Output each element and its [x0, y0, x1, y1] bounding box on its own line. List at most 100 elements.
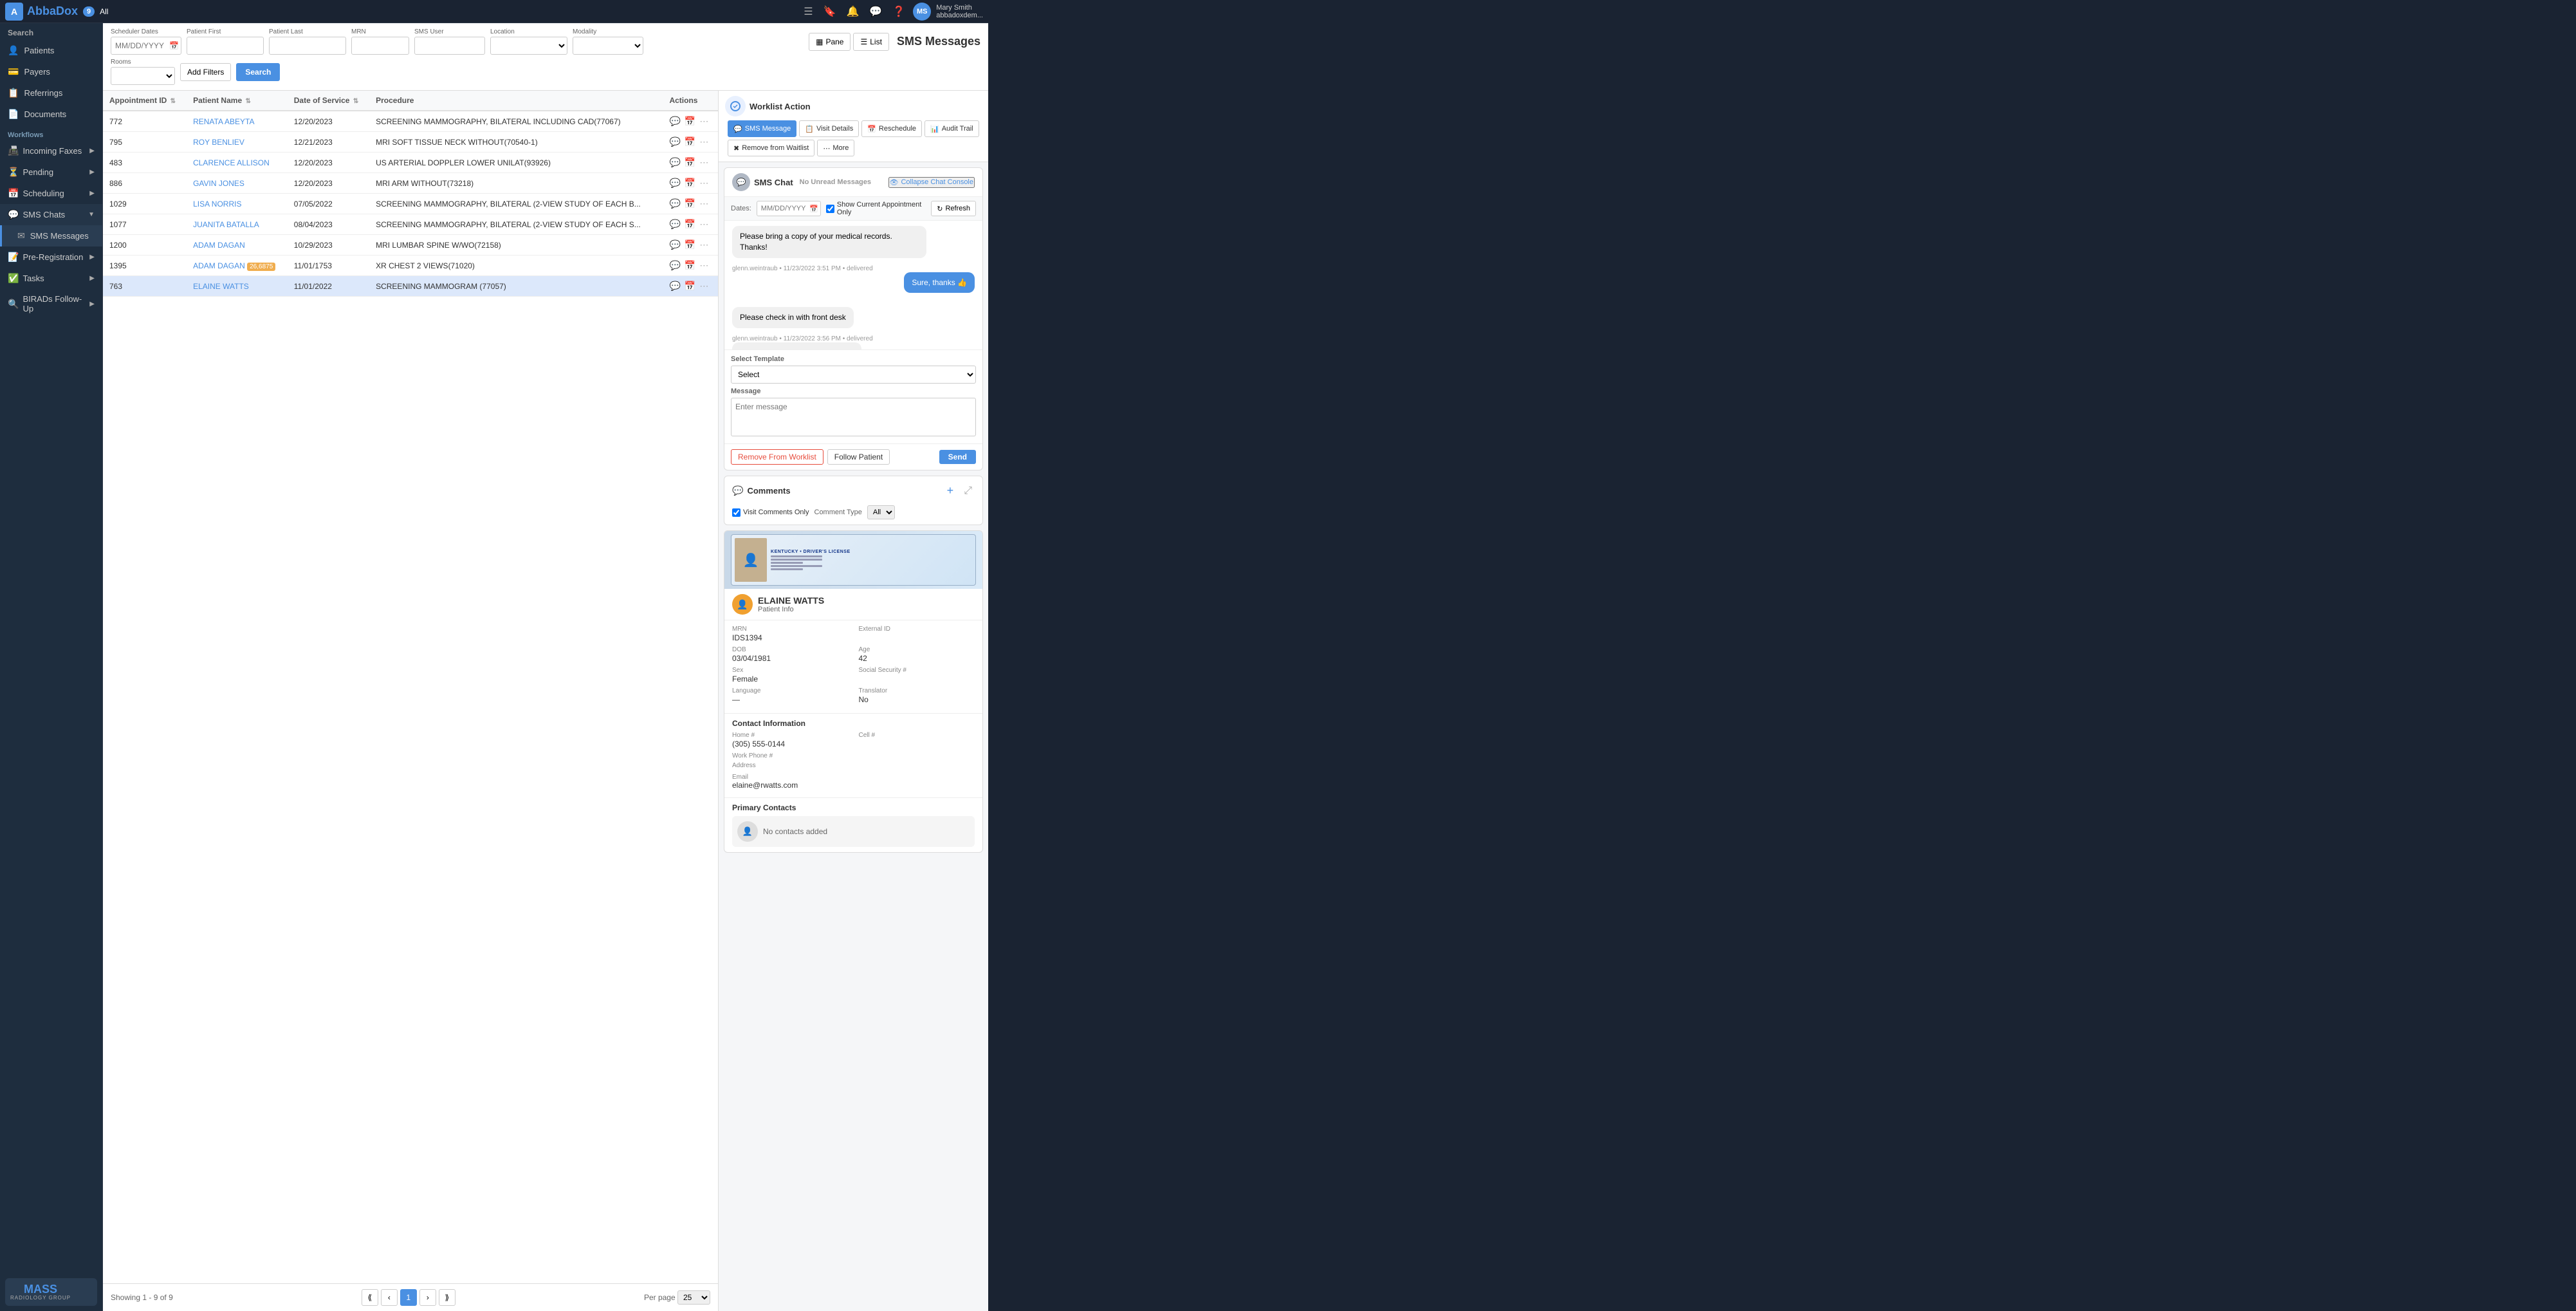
calendar-action-icon[interactable]: 📅	[685, 157, 695, 168]
calendar-action-icon[interactable]: 📅	[685, 136, 695, 147]
calendar-action-icon[interactable]: 📅	[685, 281, 695, 292]
more-action-icon[interactable]: ⋯	[699, 116, 708, 127]
refresh-button[interactable]: ↻ Refresh	[931, 201, 976, 216]
expand-comments-button[interactable]: ⤢	[961, 481, 975, 500]
template-select[interactable]: Select	[731, 366, 976, 384]
patient-name-link[interactable]: LISA NORRIS	[193, 200, 241, 209]
sidebar-item-pending[interactable]: ⏳ Pending ▶	[0, 162, 102, 183]
col-appointment-id[interactable]: Appointment ID ⇅	[103, 91, 187, 111]
calendar-action-icon[interactable]: 📅	[685, 239, 695, 250]
app-logo-icon[interactable]: A	[5, 3, 23, 21]
table-row[interactable]: 886 GAVIN JONES 12/20/2023 MRI ARM WITHO…	[103, 173, 718, 194]
remove-from-worklist-button[interactable]: Remove From Worklist	[731, 449, 823, 465]
user-avatar[interactable]: MS	[913, 3, 931, 21]
col-date-of-service[interactable]: Date of Service ⇅	[288, 91, 369, 111]
show-current-checkbox[interactable]	[826, 205, 834, 213]
comment-type-select[interactable]: All	[867, 505, 895, 519]
location-select[interactable]	[490, 37, 567, 55]
sidebar-item-birads[interactable]: 🔍 BIRADs Follow-Up ▶	[0, 289, 102, 319]
more-action-icon[interactable]: ⋯	[699, 281, 708, 292]
table-row[interactable]: 1395 ADAM DAGAN 26,6875 11/01/1753 XR CH…	[103, 256, 718, 276]
visit-comments-checkbox[interactable]	[732, 508, 741, 517]
table-row[interactable]: 1029 LISA NORRIS 07/05/2022 SCREENING MA…	[103, 194, 718, 214]
sidebar-item-sms-chats[interactable]: 💬 SMS Chats ▼	[0, 204, 102, 225]
notification-icon[interactable]: 🔔	[843, 3, 861, 21]
calendar-action-icon[interactable]: 📅	[685, 219, 695, 230]
sms-message-button[interactable]: 💬 SMS Message	[728, 120, 796, 137]
more-action-icon[interactable]: ⋯	[699, 136, 708, 147]
more-action-icon[interactable]: ⋯	[699, 219, 708, 230]
more-action-icon[interactable]: ⋯	[699, 157, 708, 168]
table-row[interactable]: 1200 ADAM DAGAN 10/29/2023 MRI LUMBAR SP…	[103, 235, 718, 256]
patient-name-link[interactable]: ELAINE WATTS	[193, 282, 249, 291]
tab-count-badge[interactable]: 9	[83, 6, 95, 17]
calendar-action-icon[interactable]: 📅	[685, 178, 695, 189]
reschedule-button[interactable]: 📅 Reschedule	[861, 120, 922, 137]
chat-icon[interactable]: 💬	[867, 3, 885, 21]
patient-name-link[interactable]: ROY BENLIEV	[193, 138, 244, 147]
table-row[interactable]: 772 RENATA ABEYTA 12/20/2023 SCREENING M…	[103, 111, 718, 132]
mrn-input[interactable]	[351, 37, 409, 55]
calendar-action-icon[interactable]: 📅	[685, 198, 695, 209]
sidebar-item-documents[interactable]: 📄 Documents	[0, 104, 102, 125]
table-row[interactable]: 483 CLARENCE ALLISON 12/20/2023 US ARTER…	[103, 153, 718, 173]
table-row[interactable]: 795 ROY BENLIEV 12/21/2023 MRI SOFT TISS…	[103, 132, 718, 153]
sms-action-icon[interactable]: 💬	[669, 116, 680, 127]
sms-action-icon[interactable]: 💬	[669, 178, 680, 189]
patient-last-input[interactable]	[269, 37, 346, 55]
sidebar-item-tasks[interactable]: ✅ Tasks ▶	[0, 268, 102, 289]
add-comment-button[interactable]: +	[944, 481, 957, 500]
bookmark-icon[interactable]: 🔖	[821, 3, 839, 21]
list-button[interactable]: ☰ List	[853, 33, 888, 51]
add-filters-button[interactable]: Add Filters	[180, 63, 231, 81]
pane-button[interactable]: ▦ Pane	[809, 33, 851, 51]
sms-action-icon[interactable]: 💬	[669, 157, 680, 168]
sms-action-icon[interactable]: 💬	[669, 219, 680, 230]
sms-action-icon[interactable]: 💬	[669, 136, 680, 147]
table-row[interactable]: 1077 JUANITA BATALLA 08/04/2023 SCREENIN…	[103, 214, 718, 235]
more-action-icon[interactable]: ⋯	[699, 198, 708, 209]
table-row[interactable]: 763 ELAINE WATTS 11/01/2022 SCREENING MA…	[103, 276, 718, 297]
patient-name-link[interactable]: GAVIN JONES	[193, 179, 244, 188]
sidebar-item-scheduling[interactable]: 📅 Scheduling ▶	[0, 183, 102, 204]
more-button[interactable]: ⋯ More	[817, 140, 854, 156]
more-action-icon[interactable]: ⋯	[699, 178, 708, 189]
calendar-action-icon[interactable]: 📅	[685, 260, 695, 271]
sms-action-icon[interactable]: 💬	[669, 281, 680, 292]
page-1-btn[interactable]: 1	[400, 1289, 417, 1306]
visit-details-button[interactable]: 📋 Visit Details	[799, 120, 859, 137]
patient-first-input[interactable]	[187, 37, 264, 55]
prev-page-btn[interactable]: ‹	[381, 1289, 398, 1306]
sidebar-item-sms-messages[interactable]: ✉ SMS Messages	[0, 225, 102, 246]
send-button[interactable]: Send	[939, 450, 976, 464]
audit-trail-button[interactable]: 📊 Audit Trail	[925, 120, 979, 137]
sidebar-item-patients[interactable]: 👤 Patients	[0, 40, 102, 61]
sidebar-item-referrings[interactable]: 📋 Referrings	[0, 82, 102, 104]
next-page-btn[interactable]: ›	[419, 1289, 436, 1306]
patient-name-link[interactable]: RENATA ABEYTA	[193, 117, 254, 126]
sms-action-icon[interactable]: 💬	[669, 198, 680, 209]
sidebar-item-incoming-faxes[interactable]: 📠 Incoming Faxes ▶	[0, 140, 102, 162]
sms-action-icon[interactable]: 💬	[669, 239, 680, 250]
hamburger-icon[interactable]: ☰	[801, 3, 815, 21]
sms-action-icon[interactable]: 💬	[669, 260, 680, 271]
calendar-action-icon[interactable]: 📅	[685, 116, 695, 127]
patient-name-link[interactable]: ADAM DAGAN	[193, 241, 245, 250]
first-page-btn[interactable]: ⟪	[362, 1289, 378, 1306]
per-page-select[interactable]: 25 50 100	[677, 1290, 710, 1305]
sidebar-item-pre-registration[interactable]: 📝 Pre-Registration ▶	[0, 246, 102, 268]
sidebar-item-payers[interactable]: 💳 Payers	[0, 61, 102, 82]
follow-patient-button[interactable]: Follow Patient	[827, 449, 890, 465]
patient-name-link[interactable]: ADAM DAGAN	[193, 261, 245, 270]
more-action-icon[interactable]: ⋯	[699, 260, 708, 271]
rooms-select[interactable]	[111, 67, 175, 85]
message-textarea[interactable]	[731, 398, 976, 436]
last-page-btn[interactable]: ⟫	[439, 1289, 455, 1306]
sms-user-input[interactable]	[414, 37, 485, 55]
remove-from-waitlist-button[interactable]: ✖ Remove from Waitlist	[728, 140, 814, 156]
col-patient-name[interactable]: Patient Name ⇅	[187, 91, 288, 111]
collapse-chat-button[interactable]: 👁 Collapse Chat Console	[888, 177, 975, 188]
search-button[interactable]: Search	[236, 63, 280, 81]
patient-name-link[interactable]: CLARENCE ALLISON	[193, 158, 270, 167]
modality-select[interactable]	[573, 37, 643, 55]
